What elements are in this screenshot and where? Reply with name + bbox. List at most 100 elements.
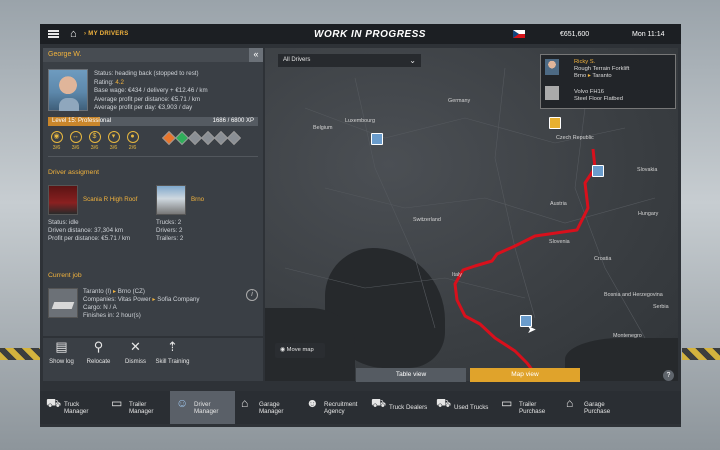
driver-header: George W. «: [43, 48, 263, 62]
relocate-icon: ⚲: [93, 339, 104, 354]
trailer-icon: ▭: [111, 396, 123, 410]
nav-trailer-purchase[interactable]: ▭ Trailer Purchase: [495, 391, 560, 424]
current-job-title: Current job: [48, 272, 82, 279]
garage-trucks: Trucks: 2: [156, 219, 182, 226]
map-view-button[interactable]: Map view: [470, 368, 580, 382]
tooltip-truck: Volvo FH16: [574, 89, 604, 95]
bottom-navigation: ⛟ Truck Manager ▭ Trailer Manager ☺ Driver …: [40, 391, 681, 424]
adr-class-icon: [226, 130, 242, 146]
driver-avatar: [545, 59, 559, 75]
mouse-cursor-icon: ➤: [527, 324, 537, 336]
skill-level: 3/6: [71, 145, 80, 151]
breadcrumb[interactable]: › MY DRIVERS: [84, 24, 129, 44]
backdrop-stripe: [0, 348, 40, 360]
driver-base-wage: Base wage: €434 / delivery + €12.46 / km: [94, 87, 208, 94]
driver-details-panel: George W. « Status: heading back (stoppe…: [43, 48, 263, 336]
driver-status: Status: heading back (stopped to rest): [94, 70, 199, 77]
route-from: Taranto (I): [83, 288, 112, 295]
truck-profit: Profit per distance: €5.71 / km: [48, 235, 131, 242]
dismiss-icon: ✕: [130, 339, 141, 354]
company-to: Sofia Company: [157, 296, 200, 303]
nav-label: Trailer Manager: [129, 400, 154, 415]
truck-icon: ⛟: [46, 396, 62, 410]
skill-long-distance[interactable]: ↔ 3/6: [67, 131, 84, 151]
move-map-label: Move map: [286, 347, 314, 353]
action-label: Skill Training: [155, 359, 190, 365]
skill-training-button[interactable]: ⇡ Skill Training: [154, 338, 191, 381]
nav-label: Used Trucks: [454, 404, 489, 411]
route-line: [453, 148, 597, 381]
eco-driving-skill-icon: ●: [126, 131, 139, 143]
driver-map-marker[interactable]: [371, 133, 383, 145]
driver-avg-profit-day: Average profit per day: €3,903 / day: [94, 104, 193, 111]
assigned-garage-name[interactable]: Brno: [191, 196, 204, 204]
nav-label: Truck Dealers: [389, 404, 428, 411]
road: [354, 77, 436, 329]
nav-garage-manager[interactable]: ⌂ Garage Manager: [235, 391, 300, 424]
home-icon[interactable]: ⌂: [70, 24, 77, 44]
nav-driver-manager[interactable]: ☺ Driver Manager: [170, 391, 235, 424]
road: [574, 107, 646, 339]
show-log-button[interactable]: ▤ Show log: [43, 338, 80, 381]
garage-thumbnail[interactable]: [156, 185, 186, 215]
skill-eco-driving[interactable]: ● 2/6: [124, 131, 141, 151]
country-label: Germany: [448, 98, 471, 104]
dismiss-button[interactable]: ✕ Dismiss: [117, 338, 154, 381]
nav-label: Driver Manager: [194, 400, 219, 415]
skill-adr[interactable]: ◉ 3/6: [48, 131, 65, 151]
top-bar: ⌂ › MY DRIVERS WORK IN PROGRESS €651,600…: [40, 24, 681, 44]
level-progress-bar: Level 15: Professional 1686 / 6800 XP: [48, 117, 258, 126]
truck-status: Status: idle: [48, 219, 79, 226]
nav-label: Trailer Purchase: [519, 400, 546, 415]
backdrop-stripe: [682, 348, 720, 360]
job-route: Taranto (I) ▸ Brno (CZ): [83, 288, 200, 296]
skill-fragile-cargo[interactable]: ▾ 3/6: [105, 131, 122, 151]
driver-stats: Status: heading back (stopped to rest) R…: [94, 70, 208, 113]
country-label: Luxembourg: [345, 118, 375, 124]
driver-map-marker[interactable]: [549, 117, 561, 129]
info-icon[interactable]: i: [246, 289, 258, 301]
long-distance-skill-icon: ↔: [69, 131, 82, 143]
country-label: Slovakia: [637, 167, 658, 173]
skill-training-icon: ⇡: [167, 339, 178, 354]
driver-filter-dropdown[interactable]: All Drivers ⌄: [278, 54, 421, 67]
nav-recruitment-agency[interactable]: ☻ Recruitment Agency: [300, 391, 365, 424]
skill-high-value-cargo[interactable]: $3/6: [86, 131, 103, 151]
country-label: Austria: [550, 201, 567, 207]
nav-label: Garage Purchase: [584, 400, 611, 415]
route-to: Brno (CZ): [117, 288, 145, 295]
skill-level: 3/6: [90, 145, 99, 151]
truck-image: [545, 86, 559, 100]
divider: [48, 156, 258, 157]
skill-level: 3/6: [109, 145, 118, 151]
table-view-button[interactable]: Table view: [356, 368, 466, 382]
road: [494, 67, 536, 319]
skill-list: ◉ 3/6 ↔ 3/6 $3/6 ▾ 3/6 ● 2/6: [48, 131, 141, 151]
job-cargo: Cargo: N / A: [83, 304, 117, 311]
country-label: Croatia: [594, 256, 612, 262]
high-value-cargo-skill-icon: $: [88, 131, 101, 143]
level-label: Level 15: Professional: [52, 118, 112, 124]
help-icon[interactable]: ?: [663, 370, 674, 381]
chevron-down-icon: ⌄: [409, 56, 416, 65]
collapse-panel-icon[interactable]: «: [249, 48, 263, 62]
menu-icon[interactable]: [48, 24, 60, 44]
map-view[interactable]: All Drivers ⌄ Germany Belgium Luxembourg …: [265, 48, 678, 381]
game-time: Mon 11:14: [632, 30, 665, 38]
relocate-button[interactable]: ⚲ Relocate: [80, 338, 117, 381]
nav-trailer-manager[interactable]: ▭ Trailer Manager: [105, 391, 170, 424]
truck-thumbnail[interactable]: [48, 185, 78, 215]
driver-map-marker[interactable]: [592, 165, 604, 177]
truck-distance: Driven distance: 37,304 km: [48, 227, 123, 234]
driver-rating: Rating: 4.2: [94, 79, 208, 88]
nav-truck-manager[interactable]: ⛟ Truck Manager: [40, 391, 105, 424]
adr-classes: [161, 130, 242, 146]
nav-truck-dealers[interactable]: ⛟ Truck Dealers: [365, 391, 430, 424]
assigned-truck-name[interactable]: Scania R High Roof: [83, 196, 137, 204]
nav-garage-purchase[interactable]: ⌂ Garage Purchase: [560, 391, 625, 424]
truck-name-label: Scania R High Roof: [83, 196, 138, 203]
assignment-title: Driver assigment: [48, 169, 99, 176]
move-map-button[interactable]: ◉ Move map: [275, 343, 325, 358]
garage-trailers: Trailers: 2: [156, 235, 184, 242]
nav-used-trucks[interactable]: ⛟ Used Trucks: [430, 391, 495, 424]
